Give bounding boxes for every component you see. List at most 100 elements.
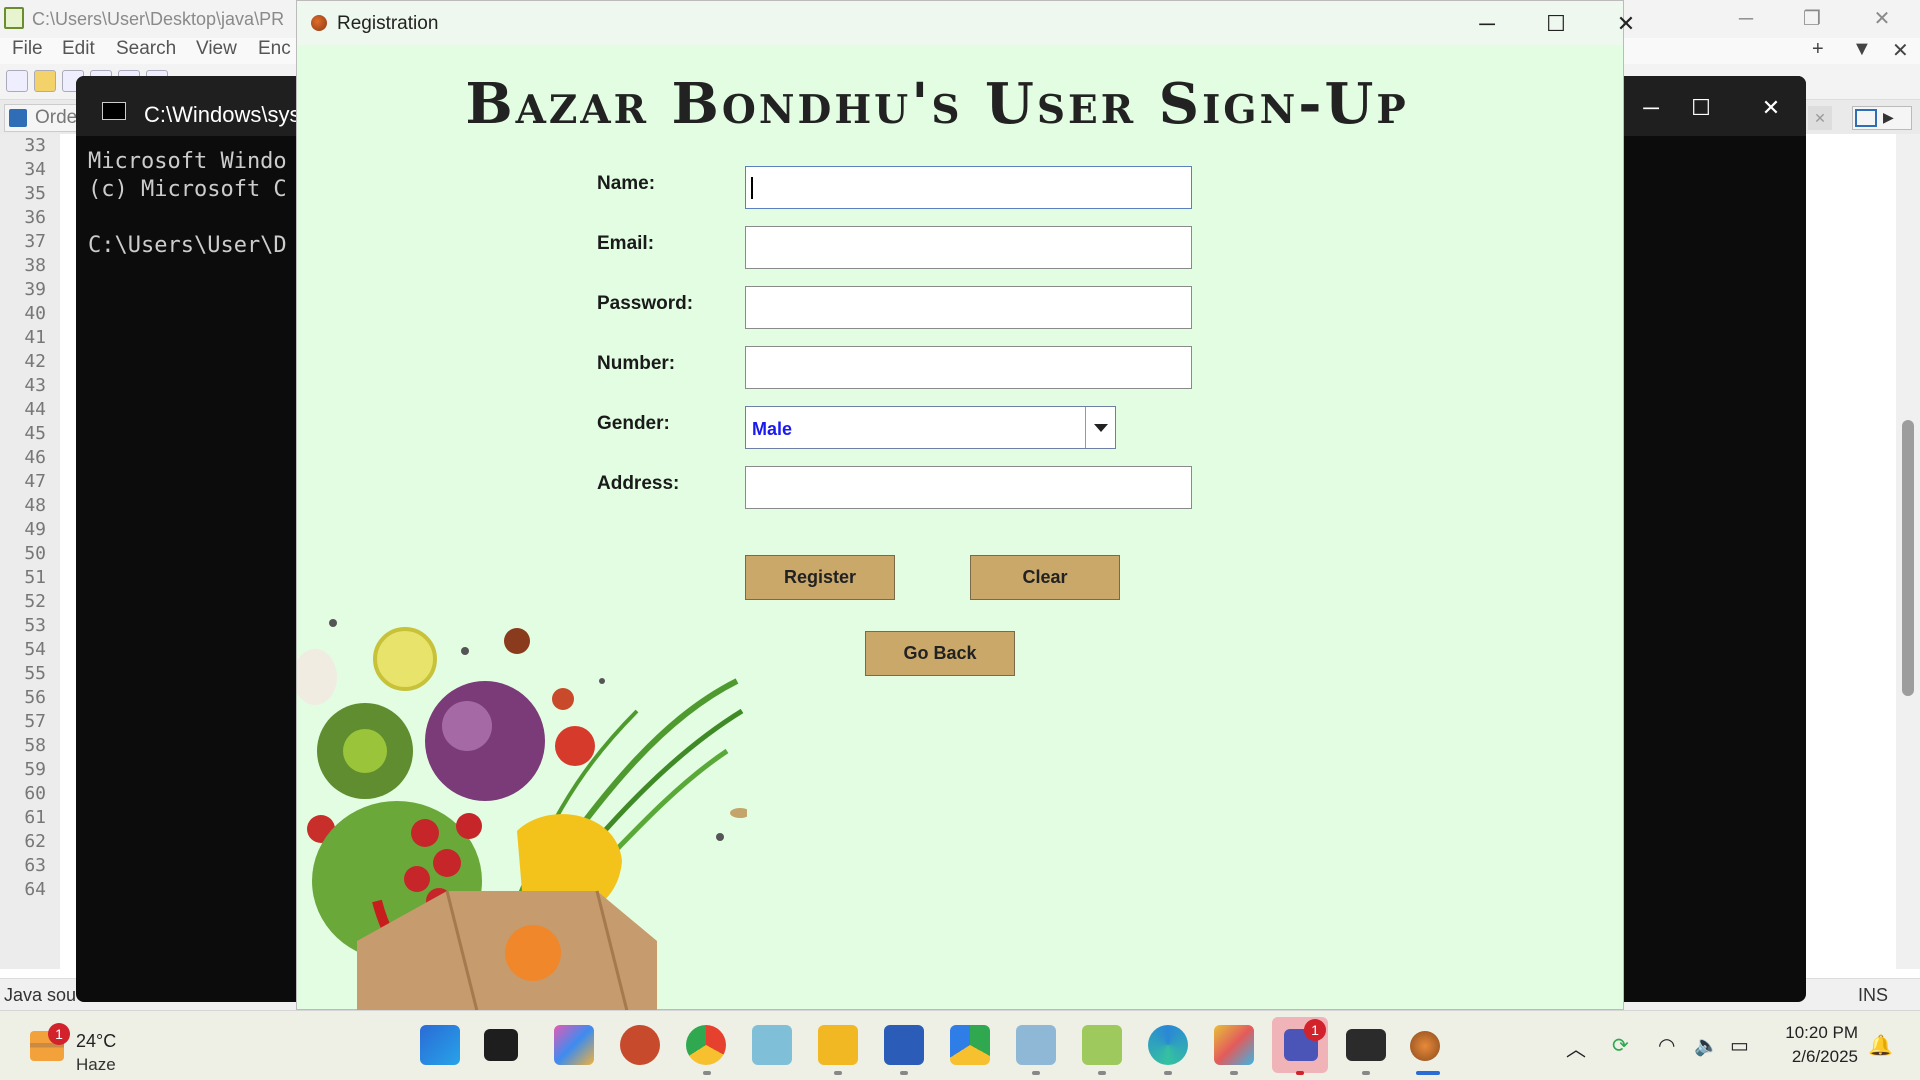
app-icon[interactable]: [752, 1025, 792, 1065]
gender-selected-value: Male: [752, 419, 793, 439]
chevron-up-icon[interactable]: ︿: [1566, 1033, 1586, 1062]
gender-select[interactable]: Male: [745, 406, 1116, 449]
dropdown-icon[interactable]: ▼: [1852, 38, 1872, 61]
cmd-line: C:\Users\User\D: [88, 233, 287, 258]
running-indicator: [900, 1071, 908, 1075]
line-number: 52: [24, 591, 46, 612]
notepad-icon[interactable]: [1016, 1025, 1056, 1065]
email-input[interactable]: [745, 226, 1192, 269]
line-number: 42: [24, 351, 46, 372]
menu-edit[interactable]: Edit: [62, 38, 95, 60]
edge-icon[interactable]: [1148, 1025, 1188, 1065]
running-indicator: [1362, 1071, 1370, 1075]
file-explorer-icon[interactable]: [818, 1025, 858, 1065]
notification-bell-icon[interactable]: 🔔: [1868, 1033, 1893, 1058]
terminal-icon[interactable]: [1346, 1029, 1386, 1061]
password-input[interactable]: [745, 286, 1192, 329]
address-input[interactable]: [745, 466, 1192, 509]
close-icon[interactable]: ✕: [1591, 3, 1661, 45]
maximize-icon[interactable]: ☐: [1521, 3, 1591, 45]
vertical-scrollbar[interactable]: [1896, 134, 1920, 969]
menu-search[interactable]: Search: [116, 38, 176, 60]
line-number-gutter: 33 34 35 36 37 38 39 40 41 42 43 44 45 4…: [0, 134, 60, 969]
battery-icon[interactable]: ▭: [1730, 1033, 1749, 1058]
close-icon[interactable]: ✕: [1852, 4, 1912, 34]
cmd-maximize-icon[interactable]: ☐: [1672, 88, 1730, 128]
app-diamond-icon[interactable]: [1214, 1025, 1254, 1065]
system-clock[interactable]: 10:20 PM 2/6/2025: [1768, 1021, 1858, 1069]
minimize-icon[interactable]: ─: [1716, 4, 1776, 34]
line-number: 60: [24, 783, 46, 804]
line-number: 40: [24, 303, 46, 324]
powerpoint-icon[interactable]: [620, 1025, 660, 1065]
taskbar: 1 24°C Haze 1 ︿ ⟳ ◠ 🔈 ▭ 10:20 PM 2/6/202…: [0, 1010, 1920, 1080]
name-input[interactable]: [745, 166, 1192, 209]
word-icon[interactable]: [884, 1025, 924, 1065]
tab-scroll-right-icon[interactable]: ▶: [1883, 109, 1894, 126]
volume-icon[interactable]: 🔈: [1694, 1033, 1719, 1058]
line-number: 48: [24, 495, 46, 516]
notepadpp-app-icon: [4, 7, 24, 29]
tab-scroll-arrows[interactable]: ▶: [1852, 106, 1912, 130]
cmd-line: (c) Microsoft C: [88, 177, 287, 202]
wifi-icon[interactable]: ◠: [1658, 1033, 1675, 1058]
tab-close-icon[interactable]: ✕: [1808, 106, 1832, 130]
email-label: Email:: [597, 233, 655, 254]
cmd-output: Microsoft Windo (c) Microsoft C C:\Users\…: [88, 148, 287, 260]
running-indicator: [703, 1071, 711, 1075]
menu-file[interactable]: File: [12, 38, 43, 60]
cmd-line: Microsoft Windo: [88, 149, 287, 174]
plus-icon[interactable]: +: [1812, 38, 1824, 61]
text-caret: [751, 177, 753, 199]
new-file-icon[interactable]: [6, 70, 28, 92]
minimize-icon[interactable]: ─: [1452, 3, 1522, 45]
gender-label: Gender:: [597, 413, 670, 434]
notepadpp-icon[interactable]: [1082, 1025, 1122, 1065]
bazar-bondhu-app-icon[interactable]: [1410, 1031, 1440, 1061]
running-indicator: [1296, 1071, 1304, 1075]
open-file-icon[interactable]: [34, 70, 56, 92]
line-number: 36: [24, 207, 46, 228]
google-drive-icon[interactable]: [950, 1025, 990, 1065]
line-number: 59: [24, 759, 46, 780]
line-number: 53: [24, 615, 46, 636]
chevron-down-icon[interactable]: [1085, 407, 1115, 448]
register-button[interactable]: Register: [745, 555, 895, 600]
sync-icon[interactable]: ⟳: [1612, 1033, 1629, 1058]
running-indicator: [1098, 1071, 1106, 1075]
status-file-type: Java sou: [4, 985, 77, 1005]
line-number: 39: [24, 279, 46, 300]
vegetables-basket-image: [297, 619, 747, 1011]
teams-button[interactable]: 1: [1272, 1017, 1328, 1073]
windows-start-icon[interactable]: [420, 1025, 460, 1065]
tab-scroll-left-icon[interactable]: [1855, 109, 1877, 127]
file-tab[interactable]: Orde: [4, 104, 84, 132]
terminal-icon: [102, 102, 126, 120]
number-input[interactable]: [745, 346, 1192, 389]
weather-widget[interactable]: 1 24°C Haze: [26, 1023, 176, 1074]
menu-encoding[interactable]: Enc: [258, 38, 291, 60]
line-number: 50: [24, 543, 46, 564]
line-number: 57: [24, 711, 46, 732]
cmd-title: C:\Windows\sys: [144, 102, 301, 127]
task-view-icon[interactable]: [484, 1029, 518, 1061]
cmd-close-icon[interactable]: ✕: [1742, 88, 1800, 128]
clock-time: 10:20 PM: [1785, 1023, 1858, 1042]
running-indicator: [1164, 1071, 1172, 1075]
chrome-icon[interactable]: [686, 1025, 726, 1065]
copilot-icon[interactable]: [554, 1025, 594, 1065]
registration-window-title: Registration: [337, 13, 439, 34]
weather-notification-badge: 1: [48, 1023, 70, 1045]
line-number: 63: [24, 855, 46, 876]
line-number: 35: [24, 183, 46, 204]
restore-icon[interactable]: ❐: [1782, 4, 1842, 34]
line-number: 33: [24, 135, 46, 156]
close-doc-icon[interactable]: ✕: [1892, 38, 1909, 63]
menu-view[interactable]: View: [196, 38, 237, 60]
registration-window: Registration ─ ☐ ✕ Bazar Bondhu's User S…: [296, 0, 1635, 1011]
password-label: Password:: [597, 293, 694, 314]
scrollbar-thumb[interactable]: [1902, 420, 1914, 696]
running-indicator: [834, 1071, 842, 1075]
go-back-button[interactable]: Go Back: [865, 631, 1015, 676]
clear-button[interactable]: Clear: [970, 555, 1120, 600]
